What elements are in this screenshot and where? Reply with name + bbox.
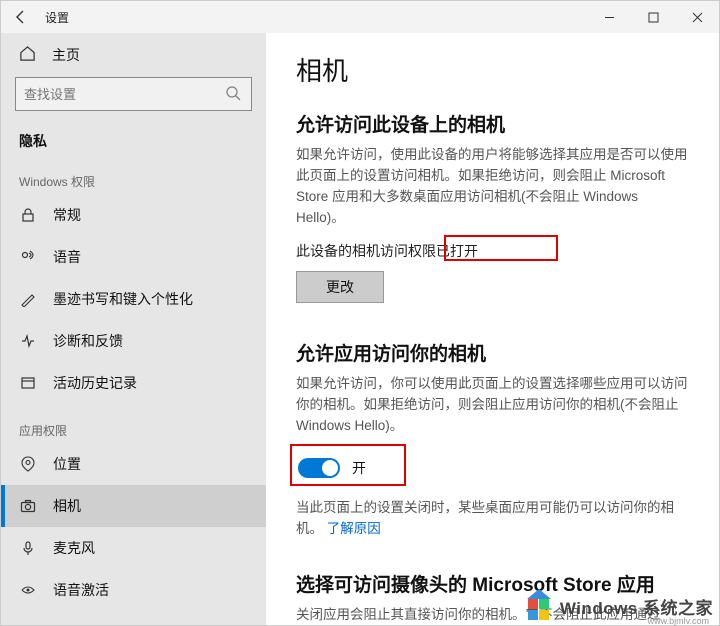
windows-perm-list: 常规 语音 墨迹书写和键入个性化 诊断和反馈 活动历史记录	[1, 194, 266, 404]
section2-text: 如果允许访问，你可以使用此页面上的设置选择哪些应用可以访问你的相机。如果拒绝访问…	[296, 374, 689, 437]
location-icon	[19, 455, 37, 473]
ink-icon	[19, 290, 37, 308]
nav-label: 位置	[53, 454, 81, 474]
section2-heading: 允许应用访问你的相机	[296, 339, 689, 366]
maximize-button[interactable]	[631, 1, 675, 33]
nav-label: 诊断和反馈	[53, 331, 123, 351]
nav-label: 相机	[53, 496, 81, 516]
section1-text: 如果允许访问，使用此设备的用户将能够选择其应用是否可以使用此页面上的设置访问相机…	[296, 145, 689, 229]
search-input[interactable]	[24, 87, 225, 102]
status-value: 限已打开	[422, 243, 478, 259]
group-apps-label: 应用权限	[1, 404, 266, 443]
app-perm-list: 位置 相机 麦克风 语音激活	[1, 443, 266, 611]
diagnostics-icon	[19, 332, 37, 350]
nav-camera[interactable]: 相机	[1, 485, 266, 527]
allow-apps-toggle[interactable]: 开	[298, 458, 366, 478]
watermark-url: www.bjmlv.com	[648, 616, 709, 626]
page-title: 相机	[296, 51, 689, 88]
group-windows-label: Windows 权限	[1, 155, 266, 194]
history-icon	[19, 374, 37, 392]
status-prefix: 此设备的相机访问权	[296, 243, 422, 259]
titlebar: 设置	[1, 1, 719, 33]
back-button[interactable]	[1, 1, 41, 33]
section2-note: 当此页面上的设置关闭时，某些桌面应用可能仍可以访问你的相机。 了解原因	[296, 498, 689, 540]
section3-heading: 选择可访问摄像头的 Microsoft Store 应用	[296, 570, 689, 597]
home-label: 主页	[52, 45, 80, 65]
home-icon	[19, 45, 36, 65]
window-title: 设置	[45, 9, 69, 26]
section3-text: 关闭应用会阻止其直接访问你的相机。它不会阻止此应用通过 Windows 的"相机…	[296, 605, 689, 625]
section1-heading: 允许访问此设备上的相机	[296, 110, 689, 137]
nav-voice-activation[interactable]: 语音激活	[1, 569, 266, 611]
nav-label: 语音激活	[53, 580, 109, 600]
minimize-button[interactable]	[587, 1, 631, 33]
settings-window: 设置 主页 隐私 Windows 权限 常规	[0, 0, 720, 626]
voice-icon	[19, 581, 37, 599]
nav-label: 活动历史记录	[53, 373, 137, 393]
camera-icon	[19, 497, 37, 515]
nav-diagnostics[interactable]: 诊断和反馈	[1, 320, 266, 362]
nav-label: 语音	[53, 247, 81, 267]
nav-microphone[interactable]: 麦克风	[1, 527, 266, 569]
toggle-label: 开	[352, 458, 366, 478]
learn-more-link[interactable]: 了解原因	[327, 521, 381, 536]
nav-activity[interactable]: 活动历史记录	[1, 362, 266, 404]
nav-location[interactable]: 位置	[1, 443, 266, 485]
search-icon	[225, 85, 243, 103]
change-button[interactable]: 更改	[296, 271, 384, 303]
lock-icon	[19, 206, 37, 224]
sidebar: 主页 隐私 Windows 权限 常规 语音 墨迹书写和键入个性	[1, 33, 266, 625]
nav-speech[interactable]: 语音	[1, 236, 266, 278]
home-nav[interactable]: 主页	[1, 33, 266, 77]
search-box[interactable]	[15, 77, 252, 111]
nav-inking[interactable]: 墨迹书写和键入个性化	[1, 278, 266, 320]
nav-label: 常规	[53, 205, 81, 225]
close-button[interactable]	[675, 1, 719, 33]
content-pane: 相机 允许访问此设备上的相机 如果允许访问，使用此设备的用户将能够选择其应用是否…	[266, 33, 719, 625]
nav-label: 麦克风	[53, 538, 95, 558]
speech-icon	[19, 248, 37, 266]
mic-icon	[19, 539, 37, 557]
toggle-track[interactable]	[298, 458, 340, 478]
device-access-status: 此设备的相机访问权限已打开	[296, 241, 689, 261]
privacy-heading: 隐私	[1, 121, 266, 155]
nav-general[interactable]: 常规	[1, 194, 266, 236]
nav-label: 墨迹书写和键入个性化	[53, 289, 193, 309]
